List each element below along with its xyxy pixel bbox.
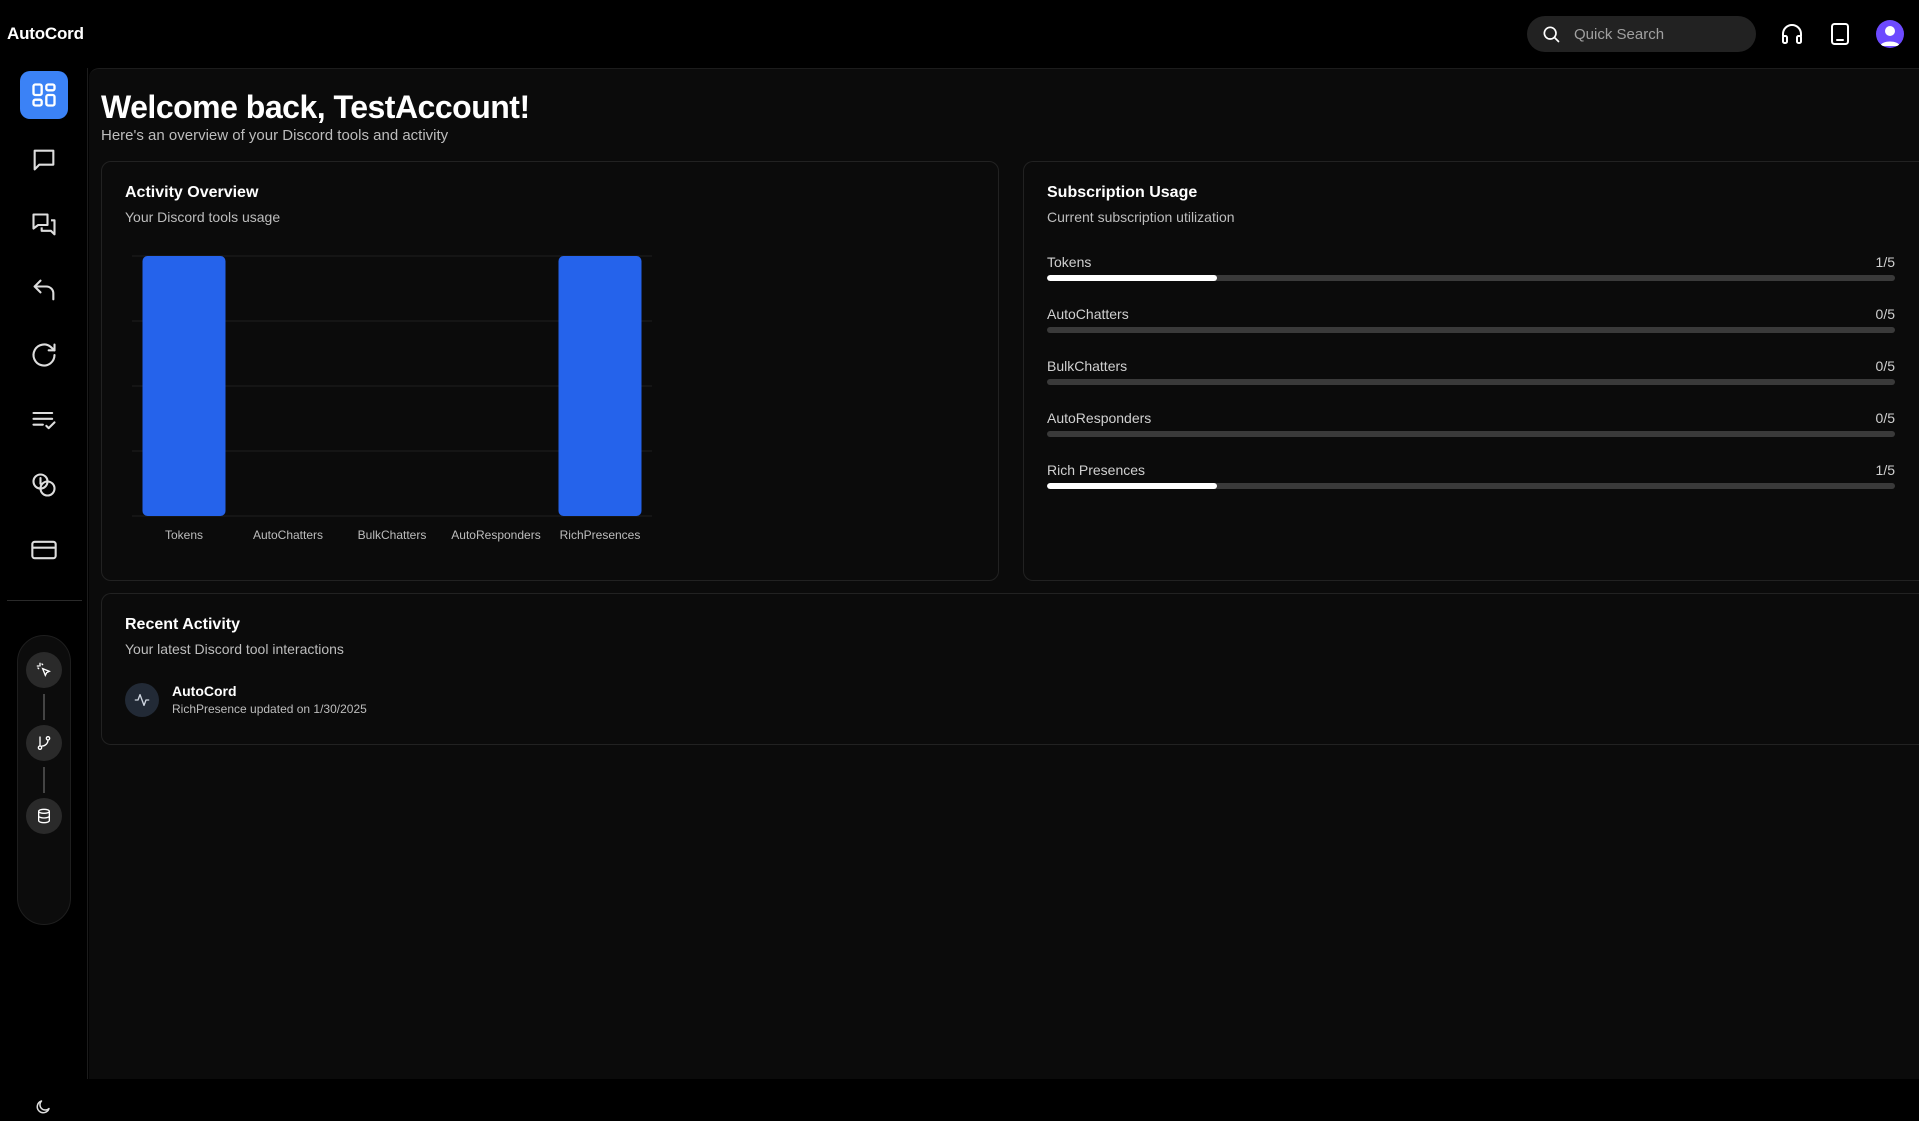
sidebar-item-billing[interactable]: [20, 526, 68, 574]
card-title: Subscription Usage: [1047, 184, 1198, 201]
tablet-icon[interactable]: [1826, 20, 1854, 48]
chart-category-label: BulkChatters: [358, 528, 427, 542]
app-logo[interactable]: AutoCord: [7, 24, 84, 44]
sidebar-item-bulk-chat[interactable]: [20, 201, 68, 249]
reply-icon: [33, 279, 55, 301]
usage-progress-bar: [1047, 431, 1895, 437]
usage-value: 0/5: [1875, 306, 1895, 322]
chart-category-label: AutoResponders: [451, 528, 540, 542]
usage-value: 0/5: [1875, 410, 1895, 426]
grid-icon: [32, 83, 56, 107]
activity-name: AutoCord: [172, 683, 237, 699]
usage-value: 1/5: [1875, 462, 1895, 478]
activity-bar-chart: Tokens AutoChatters BulkChatters AutoRespon…: [132, 255, 652, 542]
quick-search[interactable]: Quick Search: [1527, 16, 1756, 52]
usage-value: 1/5: [1875, 254, 1895, 270]
chart-category-label: AutoChatters: [253, 528, 323, 542]
sidebar: [0, 68, 88, 1114]
recent-activity-card: Recent Activity Your latest Discord tool…: [101, 593, 1919, 745]
sidebar-item-tasks[interactable]: [20, 396, 68, 444]
usage-progress-bar: [1047, 275, 1895, 281]
activity-pulse-icon: [125, 683, 159, 717]
tool-connector: [43, 767, 45, 793]
page-subtitle: Here's an overview of your Discord tools…: [101, 127, 449, 144]
user-avatar-icon[interactable]: [1876, 20, 1904, 48]
sidebar-item-dashboard[interactable]: [20, 71, 68, 119]
messages-icon: [32, 213, 56, 236]
page-title: Welcome back, TestAccount!: [101, 89, 530, 125]
usage-progress-fill: [1047, 483, 1217, 489]
card-title: Recent Activity: [125, 616, 240, 633]
usage-progress-bar: [1047, 379, 1895, 385]
tool-connector: [43, 694, 45, 720]
sparkle-pointer-icon[interactable]: [26, 652, 62, 688]
main-content: Welcome back, TestAccount! Here's an ove…: [89, 68, 1919, 1079]
search-placeholder[interactable]: Quick Search: [1574, 26, 1664, 43]
sidebar-divider: [7, 600, 82, 601]
git-branch-icon[interactable]: [26, 725, 62, 761]
usage-label: BulkChatters: [1047, 358, 1128, 374]
usage-label: Tokens: [1047, 254, 1092, 270]
card-subtitle: Current subscription utilization: [1047, 209, 1235, 225]
top-bar: AutoCord Quick Search: [0, 0, 1919, 68]
usage-row-autochatters: AutoChatters 0/5: [1047, 306, 1895, 333]
sidebar-item-coins[interactable]: [20, 461, 68, 509]
sidebar-item-refresh[interactable]: [20, 331, 68, 379]
sidebar-item-auto-responder[interactable]: [20, 266, 68, 314]
usage-row-rich-presences: Rich Presences 1/5: [1047, 462, 1895, 489]
usage-progress-bar: [1047, 327, 1895, 333]
chart-bar-richpresences[interactable]: [558, 256, 642, 516]
activity-description: RichPresence updated on 1/30/2025: [172, 702, 367, 716]
usage-row-autoresponders: AutoResponders 0/5: [1047, 410, 1895, 437]
usage-row-tokens: Tokens 1/5: [1047, 254, 1895, 281]
message-icon: [33, 149, 55, 171]
usage-progress-bar: [1047, 483, 1895, 489]
card-subtitle: Your latest Discord tool interactions: [125, 641, 344, 657]
sidebar-item-chat[interactable]: [20, 136, 68, 184]
chart-category-label: Tokens: [165, 528, 203, 542]
credit-card-icon: [31, 540, 57, 560]
headset-icon[interactable]: [1778, 20, 1806, 48]
search-icon: [1543, 26, 1560, 43]
chart-category-label: RichPresences: [560, 528, 641, 542]
list-check-icon: [32, 411, 56, 430]
activity-overview-card: Activity Overview Your Discord tools usa…: [101, 161, 999, 581]
tools-panel: [17, 635, 71, 925]
chart-bar-tokens[interactable]: [142, 256, 226, 516]
usage-label: Rich Presences: [1047, 462, 1146, 478]
moon-icon[interactable]: [34, 1098, 52, 1121]
coins-icon: [32, 473, 56, 497]
usage-label: AutoResponders: [1047, 410, 1152, 426]
usage-value: 0/5: [1875, 358, 1895, 374]
usage-row-bulkchatters: BulkChatters 0/5: [1047, 358, 1895, 385]
database-icon[interactable]: [26, 798, 62, 834]
subscription-usage-card: Subscription Usage Current subscription …: [1023, 161, 1919, 581]
usage-progress-fill: [1047, 275, 1217, 281]
rotate-icon: [32, 343, 56, 367]
usage-label: AutoChatters: [1047, 306, 1129, 322]
